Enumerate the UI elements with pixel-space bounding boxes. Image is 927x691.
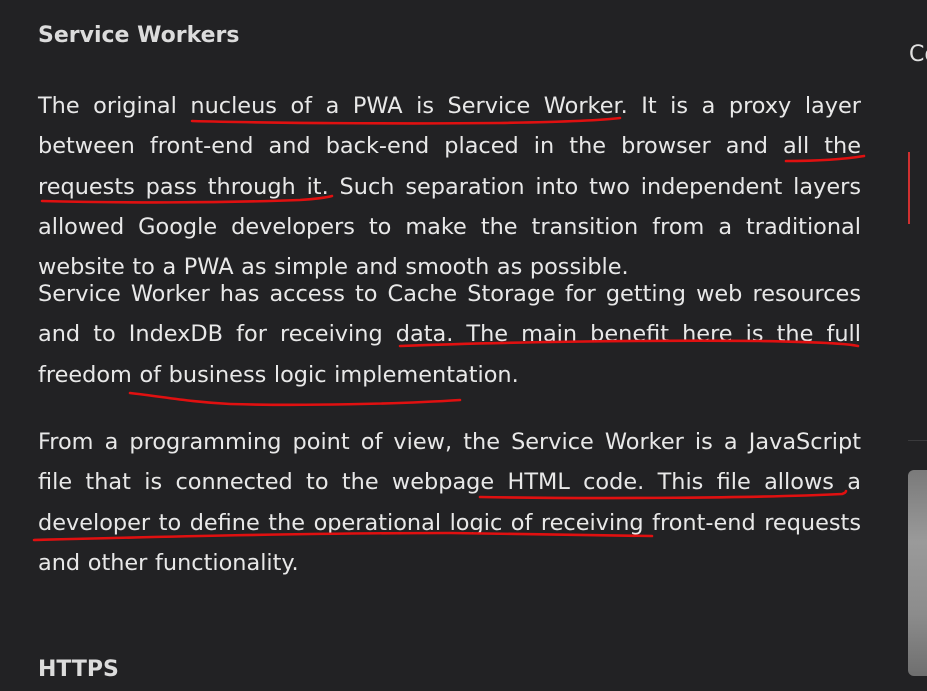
paragraph-3: From a programming point of view, the Se… [38,429,861,576]
section-heading-service-workers: Service Workers [38,23,240,48]
sidebar-accent-bar [908,152,910,224]
paragraph-1: The original nucleus of a PWA is Service… [38,93,861,281]
sidebar-divider [908,440,927,441]
section-heading-https: HTTPS [38,657,119,682]
paragraph-2: Service Worker has access to Cache Stora… [38,281,861,388]
article-body: Service Workers The original nucleus of … [38,18,861,610]
sidebar-image-card[interactable] [908,470,927,676]
sidebar-label-fragment[interactable]: Co [909,40,927,70]
